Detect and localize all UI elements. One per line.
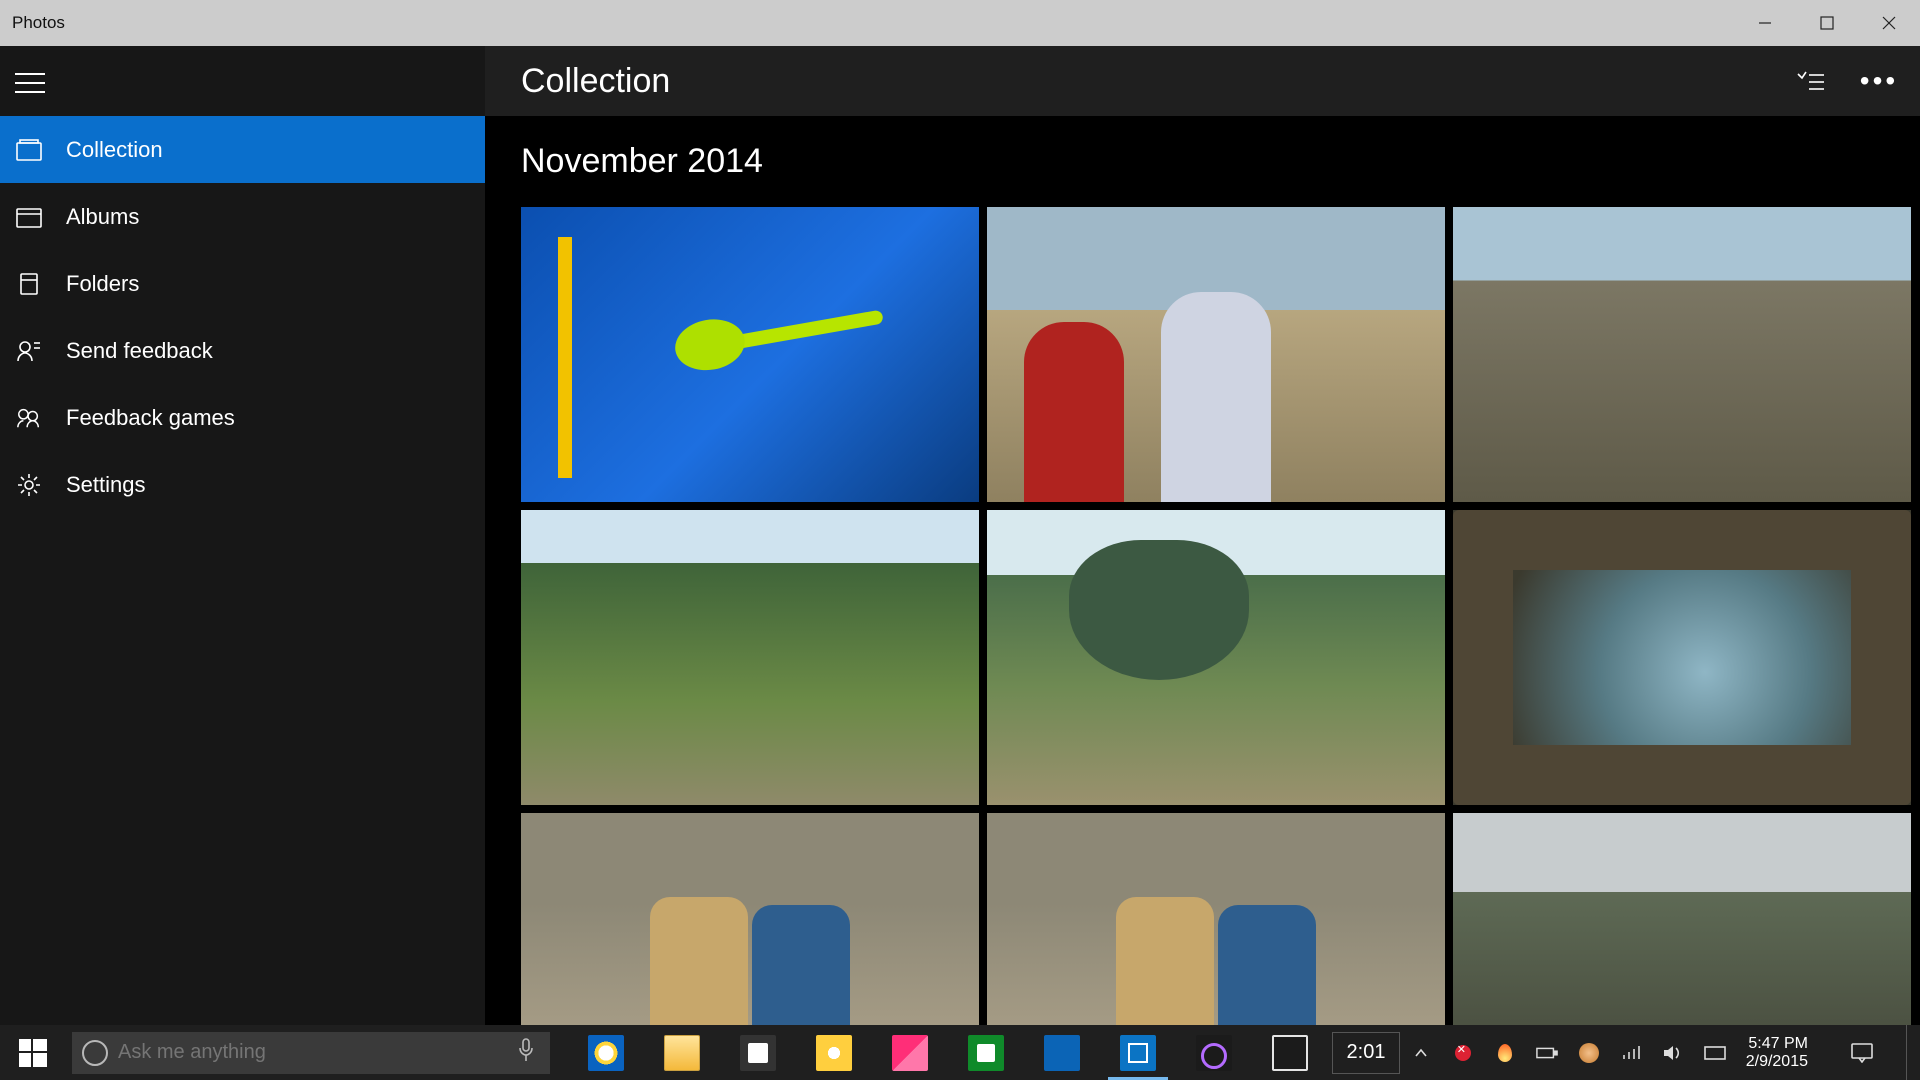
taskbar-app-edge[interactable]	[568, 1025, 644, 1080]
mic-icon[interactable]	[518, 1038, 540, 1067]
collection-icon	[16, 137, 42, 163]
tray-keyboard-icon[interactable]	[1704, 1042, 1726, 1064]
sidebar-item-label: Albums	[66, 204, 139, 230]
photo-grid	[521, 207, 1884, 1025]
photo-thumbnail[interactable]	[987, 510, 1445, 805]
window-title: Photos	[12, 13, 65, 33]
cortana-icon	[82, 1040, 108, 1066]
tray-user-icon[interactable]	[1578, 1042, 1600, 1064]
taskbar-app-photos[interactable]	[1100, 1025, 1176, 1080]
sidebar-item-label: Collection	[66, 137, 163, 163]
albums-icon	[16, 204, 42, 230]
content-scroll[interactable]: November 2014	[485, 116, 1920, 1025]
tray-flame-icon[interactable]	[1494, 1042, 1516, 1064]
taskbar-datetime[interactable]: 5:47 PM 2/9/2015	[1746, 1035, 1818, 1071]
taskbar-search[interactable]	[72, 1032, 550, 1074]
taskbar-time: 5:47 PM	[1748, 1035, 1808, 1053]
sidebar-item-label: Settings	[66, 472, 146, 498]
hamburger-button[interactable]	[0, 54, 485, 112]
gear-icon	[16, 472, 42, 498]
taskbar-clock-widget[interactable]: 2:01	[1328, 1025, 1404, 1080]
sidebar-item-label: Send feedback	[66, 338, 213, 364]
tray-overflow-button[interactable]	[1410, 1042, 1432, 1064]
photo-thumbnail[interactable]	[987, 813, 1445, 1025]
taskbar-app-pink[interactable]	[872, 1025, 948, 1080]
photo-thumbnail[interactable]	[1453, 510, 1911, 805]
taskbar-date: 2/9/2015	[1746, 1053, 1808, 1071]
taskbar-app-xbox[interactable]	[948, 1025, 1024, 1080]
photo-thumbnail[interactable]	[521, 207, 979, 502]
window-titlebar: Photos	[0, 0, 1920, 46]
taskbar: 2:01 5:47 PM 2/9/2015	[0, 1025, 1920, 1080]
sidebar-item-folders[interactable]: Folders	[0, 250, 485, 317]
photo-thumbnail[interactable]	[1453, 813, 1911, 1025]
sidebar-item-albums[interactable]: Albums	[0, 183, 485, 250]
select-button[interactable]	[1796, 66, 1826, 96]
photo-thumbnail[interactable]	[521, 510, 979, 805]
minimize-button[interactable]	[1734, 0, 1796, 46]
main-pane: Collection ••• November 2014	[485, 46, 1920, 1025]
sidebar: Collection Albums Folders Send feedback	[0, 46, 485, 1025]
show-desktop-button[interactable]	[1906, 1025, 1914, 1080]
tray-battery-icon[interactable]	[1536, 1042, 1558, 1064]
sidebar-item-label: Folders	[66, 271, 139, 297]
more-button[interactable]: •••	[1864, 66, 1894, 96]
taskbar-app-file-explorer[interactable]	[644, 1025, 720, 1080]
ellipsis-icon: •••	[1860, 65, 1898, 97]
maximize-button[interactable]	[1796, 0, 1858, 46]
photo-thumbnail[interactable]	[1453, 207, 1911, 502]
sidebar-item-feedback-games[interactable]: Feedback games	[0, 384, 485, 451]
clock-widget-time: 2:01	[1332, 1032, 1400, 1074]
taskbar-app-mail[interactable]	[1024, 1025, 1100, 1080]
window-controls	[1734, 0, 1920, 46]
feedback-games-icon	[16, 405, 42, 431]
system-tray	[1410, 1042, 1726, 1064]
folders-icon	[16, 271, 42, 297]
tray-volume-icon[interactable]	[1662, 1042, 1684, 1064]
taskbar-app-store[interactable]	[720, 1025, 796, 1080]
search-input[interactable]	[118, 1041, 508, 1064]
app-body: Collection Albums Folders Send feedback	[0, 46, 1920, 1025]
taskbar-app-keyboard[interactable]	[1252, 1025, 1328, 1080]
close-button[interactable]	[1858, 0, 1920, 46]
header-actions: •••	[1796, 66, 1894, 96]
sidebar-item-label: Feedback games	[66, 405, 235, 431]
sidebar-item-settings[interactable]: Settings	[0, 451, 485, 518]
photo-thumbnail[interactable]	[521, 813, 979, 1025]
taskbar-app-browser[interactable]	[796, 1025, 872, 1080]
sidebar-item-collection[interactable]: Collection	[0, 116, 485, 183]
taskbar-right: 5:47 PM 2/9/2015	[1410, 1025, 1920, 1080]
taskbar-app-settings[interactable]	[1176, 1025, 1252, 1080]
tray-security-icon[interactable]	[1452, 1042, 1474, 1064]
sidebar-item-send-feedback[interactable]: Send feedback	[0, 317, 485, 384]
taskbar-apps: 2:01	[568, 1025, 1404, 1080]
feedback-icon	[16, 338, 42, 364]
tray-network-icon[interactable]	[1620, 1042, 1642, 1064]
date-heading[interactable]: November 2014	[521, 142, 1884, 181]
page-title: Collection	[521, 62, 670, 101]
main-header: Collection •••	[485, 46, 1920, 116]
photo-thumbnail[interactable]	[987, 207, 1445, 502]
nav-list: Collection Albums Folders Send feedback	[0, 116, 485, 518]
action-center-button[interactable]	[1838, 1025, 1886, 1080]
start-button[interactable]	[0, 1025, 66, 1080]
